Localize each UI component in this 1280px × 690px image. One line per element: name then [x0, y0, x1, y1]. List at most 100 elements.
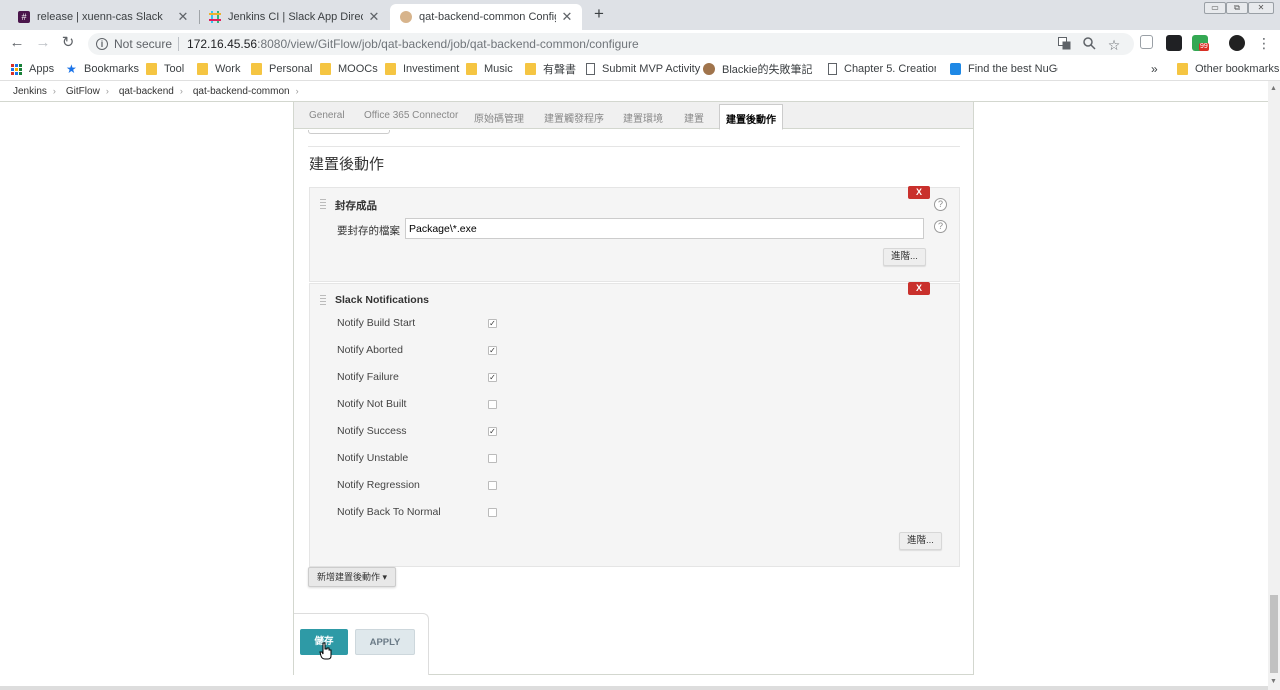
zoom-icon[interactable]	[1081, 37, 1097, 53]
browser-tab-slack-app-directory[interactable]: Jenkins CI | Slack App Directory ✕	[199, 4, 389, 30]
add-post-build-action-button[interactable]: 新增建置後動作 ▾	[308, 567, 397, 587]
tab-build-triggers[interactable]: 建置觸發程序	[544, 110, 604, 125]
advanced-button[interactable]: 進階...	[899, 532, 942, 550]
notify-aborted-checkbox[interactable]: ✓	[488, 346, 497, 355]
maximize-button[interactable]: ⧉	[1226, 2, 1248, 14]
bookmark-bookmarks[interactable]: ★ Bookmarks	[66, 61, 139, 77]
bookmark-label: Music	[484, 63, 513, 75]
browser-tab-slack-release[interactable]: # release | xuenn-cas Slack ✕	[8, 4, 198, 30]
notify-back-to-normal-checkbox[interactable]	[488, 508, 497, 517]
address-bar[interactable]: i Not secure 172.16.45.56:8080/view/GitF…	[88, 33, 1134, 55]
bookmark-folder-music[interactable]: Music	[466, 61, 513, 77]
page-scrollbar[interactable]: ▲ ▼	[1268, 81, 1280, 690]
notify-not-built-checkbox[interactable]	[488, 400, 497, 409]
breadcrumb-separator: ›	[295, 86, 299, 96]
star-icon: ★	[66, 62, 77, 76]
tab-title: Jenkins CI | Slack App Directory	[228, 11, 363, 23]
bookmark-label: 有聲書	[543, 64, 576, 76]
bookmark-folder-personal[interactable]: Personal	[251, 61, 312, 77]
close-tab-icon[interactable]: ✕	[560, 9, 574, 25]
tab-title: release | xuenn-cas Slack	[37, 11, 163, 23]
back-button[interactable]: ←	[8, 34, 26, 52]
notify-success-row: Notify Success ✓	[337, 425, 497, 439]
bookmark-folder-tool[interactable]: Tool	[146, 61, 184, 77]
drag-handle[interactable]	[320, 295, 326, 305]
breadcrumb-qat-backend-common[interactable]: qat-backend-common	[193, 86, 290, 97]
info-icon[interactable]: i	[96, 38, 108, 50]
tab-source-code-management[interactable]: 原始碼管理	[474, 110, 524, 125]
tab-build[interactable]: 建置	[684, 110, 704, 125]
extension-play-icon[interactable]	[1166, 35, 1182, 51]
bookmark-apps[interactable]: Apps	[11, 61, 54, 77]
notify-back-to-normal-row: Notify Back To Normal	[337, 506, 497, 520]
tab-build-environment[interactable]: 建置環境	[623, 110, 663, 125]
browser-tab-strip: # release | xuenn-cas Slack ✕ Jenkins CI…	[0, 0, 1280, 30]
help-icon[interactable]: ?	[934, 198, 947, 211]
bookmark-folder-work[interactable]: Work	[197, 61, 240, 77]
translate-icon[interactable]	[1056, 37, 1072, 53]
files-to-archive-input[interactable]	[405, 218, 924, 239]
browser-tab-jenkins-config[interactable]: qat-backend-common Config [Je ✕	[390, 4, 582, 30]
breadcrumb-separator: ›	[52, 86, 56, 96]
url-host: 172.16.45.56	[187, 37, 258, 51]
scroll-up-icon[interactable]: ▲	[1270, 85, 1277, 92]
apply-button[interactable]: APPLY	[355, 629, 415, 655]
help-icon[interactable]: ?	[934, 220, 947, 233]
close-tab-icon[interactable]: ✕	[367, 9, 381, 25]
tab-post-build-actions[interactable]: 建置後動作	[719, 104, 783, 130]
bookmarks-bar: Apps ★ Bookmarks Tool Work Personal MOOC…	[0, 57, 1280, 81]
scrollbar-thumb[interactable]	[1270, 595, 1278, 673]
bookmark-folder-moocs[interactable]: MOOCs	[320, 61, 378, 77]
security-label: Not secure	[114, 37, 173, 51]
breadcrumb: Jenkins › GitFlow › qat-backend › qat-ba…	[0, 81, 1268, 102]
delete-step-button[interactable]: X	[908, 282, 930, 295]
menu-icon[interactable]: ⋮	[1255, 34, 1273, 52]
delete-step-button[interactable]: X	[908, 186, 930, 199]
bookmark-submit-mvp[interactable]: Submit MVP Activity	[586, 61, 700, 77]
folder-icon	[197, 63, 208, 75]
bookmark-other[interactable]: Other bookmarks	[1177, 61, 1279, 77]
scroll-down-icon[interactable]: ▼	[1270, 678, 1277, 685]
minimize-button[interactable]: ▭	[1204, 2, 1226, 14]
archive-artifacts-step: 封存成品 X ? 要封存的檔案 ? 進階...	[309, 186, 960, 282]
bookmark-folder-investiment[interactable]: Investiment	[385, 61, 459, 77]
advanced-button[interactable]: 進階...	[883, 248, 926, 266]
breadcrumb-gitflow[interactable]: GitFlow	[66, 86, 100, 97]
notify-unstable-row: Notify Unstable	[337, 452, 497, 466]
bookmark-folder-audiobooks[interactable]: 有聲書	[525, 61, 576, 77]
breadcrumb-jenkins[interactable]: Jenkins	[13, 86, 47, 97]
files-to-archive-label: 要封存的檔案	[337, 225, 400, 237]
reload-button[interactable]: ↻	[59, 34, 77, 52]
profile-avatar[interactable]	[1229, 35, 1245, 51]
bookmarks-overflow-button[interactable]: »	[1151, 61, 1158, 77]
tab-general[interactable]: General	[309, 110, 345, 121]
new-tab-button[interactable]: +	[590, 5, 608, 23]
tab-office365-connector[interactable]: Office 365 Connector	[364, 110, 458, 121]
drag-handle[interactable]	[320, 199, 326, 209]
notify-build-start-checkbox[interactable]: ✓	[488, 319, 497, 328]
breadcrumb-separator: ›	[105, 86, 109, 96]
bookmark-label: Personal	[269, 63, 313, 75]
breadcrumb-qat-backend[interactable]: qat-backend	[119, 86, 174, 97]
notify-unstable-checkbox[interactable]	[488, 454, 497, 463]
bookmark-nuget[interactable]: Find the best NuGet	[950, 61, 1058, 77]
forward-button[interactable]: →	[34, 34, 52, 52]
bookmark-blackie[interactable]: Blackie的失敗筆記 | E	[703, 61, 813, 77]
option-label: Notify Regression	[337, 479, 420, 491]
notify-success-checkbox[interactable]: ✓	[488, 427, 497, 436]
close-tab-icon[interactable]: ✕	[176, 9, 190, 25]
hand-cursor-icon	[319, 642, 332, 660]
extension-chat-icon[interactable]: 99	[1192, 35, 1209, 51]
notify-regression-checkbox[interactable]	[488, 481, 497, 490]
notify-build-start-row: Notify Build Start ✓	[337, 317, 497, 331]
bookmark-chapter5[interactable]: Chapter 5. Creational	[828, 61, 936, 77]
star-icon[interactable]: ☆	[1106, 37, 1122, 53]
option-label: Notify Unstable	[337, 452, 409, 464]
notify-failure-checkbox[interactable]: ✓	[488, 373, 497, 382]
close-window-button[interactable]: ✕	[1248, 2, 1274, 14]
bookmark-label: Chapter 5. Creational	[844, 63, 936, 75]
folder-icon	[146, 63, 157, 75]
config-tab-bar: General Office 365 Connector 原始碼管理 建置觸發程…	[294, 102, 973, 130]
option-label: Notify Success	[337, 425, 407, 437]
extension-doc-icon[interactable]	[1140, 35, 1153, 49]
